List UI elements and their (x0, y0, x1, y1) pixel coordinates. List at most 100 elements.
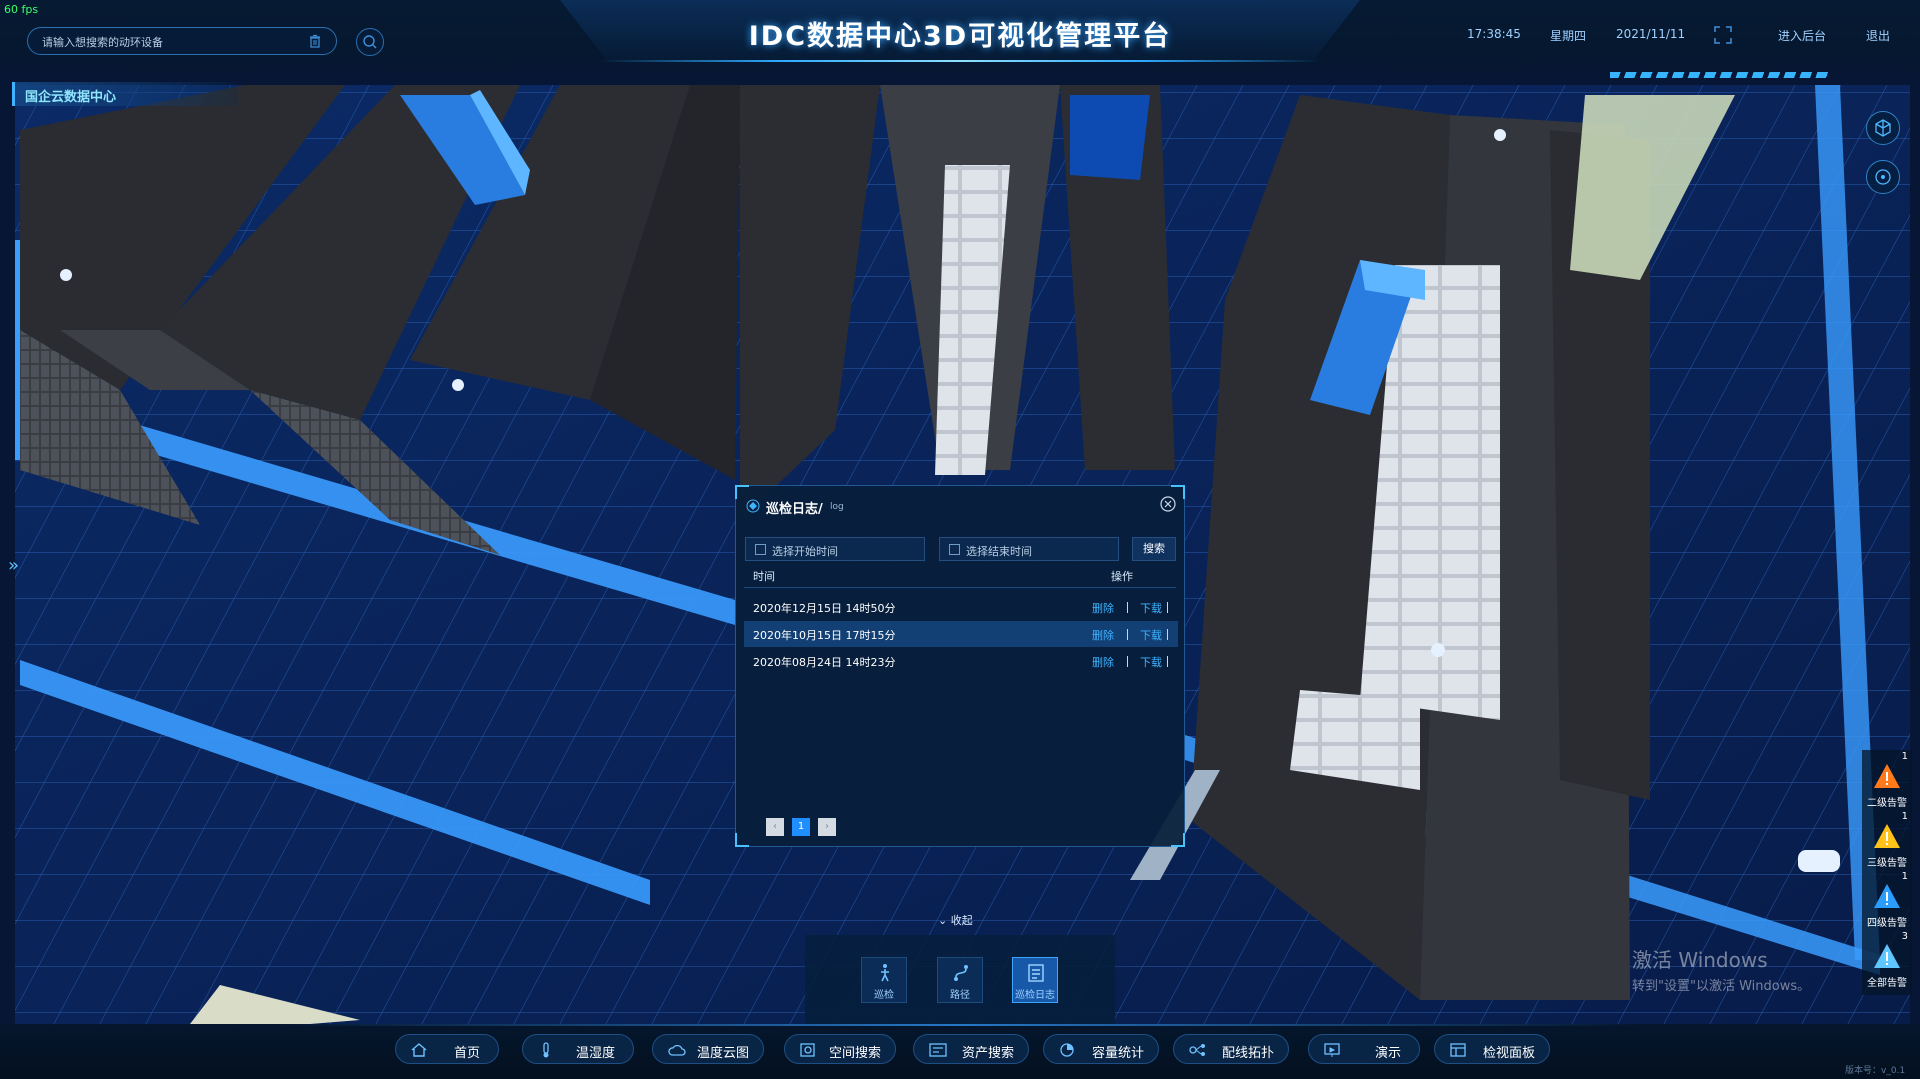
chevron-right-icon: » (8, 555, 20, 576)
table-divider (744, 587, 1176, 588)
page-number-button[interactable]: 1 (792, 818, 810, 836)
calendar-icon (755, 544, 766, 555)
home-icon (411, 1043, 427, 1057)
nav-presentation[interactable]: 演示 (1308, 1034, 1420, 1064)
delete-link[interactable]: 删除 (1092, 654, 1114, 670)
view-3d-button[interactable] (1866, 111, 1900, 145)
tool-log-button[interactable]: 巡检日志 (1012, 957, 1058, 1003)
nav-label: 资产搜索 (962, 1046, 1015, 1061)
nav-inspection-panel[interactable]: 检视面板 (1434, 1034, 1550, 1064)
download-link[interactable]: 下载 (1140, 654, 1162, 670)
tool-label: 巡检 (874, 990, 894, 1001)
windows-activation-watermark: 激活 Windows 转到"设置"以激活 Windows。 (1632, 944, 1810, 994)
alarm-level-2[interactable]: 1 二级告警 (1862, 750, 1912, 809)
nav-home[interactable]: 首页 (395, 1034, 499, 1064)
location-label: 国企云数据中心 (25, 90, 117, 105)
bottom-nav-bar: 首页 温湿度 温度云图 空间搜索 资产搜索 容量统计 配线拓扑 演示 检视面板 (0, 1024, 1920, 1079)
log-time: 2020年10月15日 17时15分 (753, 629, 896, 642)
fps-counter: 60 fps (4, 3, 39, 16)
close-icon[interactable] (1160, 496, 1176, 512)
cube-icon (1875, 119, 1891, 137)
tool-dock: 巡检 路径 巡检日志 (805, 935, 1115, 1025)
page-next-button[interactable]: › (818, 818, 836, 836)
table-row[interactable]: 2020年08月24日 14时23分 删除 下载 (744, 648, 1178, 674)
column-header-operation: 操作 (1111, 570, 1133, 583)
collapse-label: 收起 (950, 914, 973, 927)
end-time-placeholder: 选择结束时间 (966, 545, 1032, 558)
delete-link[interactable]: 删除 (1092, 627, 1114, 643)
alarm-label: 三级告警 (1867, 858, 1907, 869)
tool-route-button[interactable]: 路径 (937, 957, 983, 1003)
nav-label: 温湿度 (576, 1046, 616, 1061)
device-search-box (27, 27, 337, 55)
clock: 17:38:45 (1467, 27, 1521, 41)
start-time-input[interactable]: 选择开始时间 (745, 537, 925, 561)
nav-wiring-topology[interactable]: 配线拓扑 (1173, 1034, 1289, 1064)
nav-asset-search[interactable]: 资产搜索 (913, 1034, 1029, 1064)
route-icon (954, 965, 968, 981)
search-log-button[interactable]: 搜索 (1132, 537, 1176, 561)
nav-label: 演示 (1375, 1046, 1402, 1061)
page-title: IDC数据中心3D可视化管理平台 (748, 21, 1172, 52)
alarm-label: 四级告警 (1867, 918, 1907, 929)
nav-label: 温度云图 (697, 1046, 750, 1061)
dialog-subtitle: log (830, 502, 844, 512)
alarm-all[interactable]: 3 全部告警 (1862, 930, 1912, 989)
date: 2021/11/11 (1616, 27, 1686, 41)
warning-icon (1874, 764, 1900, 788)
alarm-count: 1 (1901, 751, 1908, 762)
logout-link[interactable]: 退出 (1866, 27, 1890, 44)
nav-label: 配线拓扑 (1222, 1046, 1275, 1061)
search-input[interactable] (40, 31, 304, 53)
trash-icon[interactable] (307, 33, 323, 49)
fullscreen-icon[interactable] (1714, 26, 1732, 44)
nav-capacity-stats[interactable]: 容量统计 (1043, 1034, 1159, 1064)
collapse-button[interactable]: ⌄ 收起 (938, 912, 973, 928)
table-row[interactable]: 2020年10月15日 17时15分 删除 下载 (744, 621, 1178, 647)
start-time-placeholder: 选择开始时间 (772, 545, 838, 558)
view-reset-button[interactable] (1866, 160, 1900, 194)
alarm-count: 1 (1901, 871, 1908, 882)
separator (1127, 656, 1128, 667)
delete-link[interactable]: 删除 (1092, 600, 1114, 616)
page-prev-button[interactable]: ‹ (766, 818, 784, 836)
tool-label: 路径 (950, 990, 970, 1001)
nav-space-search[interactable]: 空间搜索 (784, 1034, 896, 1064)
separator (1127, 629, 1128, 640)
location-tab[interactable]: 国企云数据中心 (12, 82, 237, 106)
weekday: 星期四 (1550, 29, 1587, 43)
enter-backend-link[interactable]: 进入后台 (1778, 27, 1826, 44)
rotate-view-icon (1875, 169, 1891, 185)
end-time-input[interactable]: 选择结束时间 (939, 537, 1119, 561)
log-time: 2020年08月24日 14时23分 (753, 656, 896, 669)
log-time: 2020年12月15日 14时50分 (753, 602, 896, 615)
alarm-panel: 1 二级告警 1 三级告警 1 四级告警 3 全部告警 (1862, 750, 1912, 995)
search-icon (363, 35, 377, 49)
diamond-icon (746, 499, 760, 513)
thermometer-icon (543, 1042, 549, 1058)
download-link[interactable]: 下载 (1140, 627, 1162, 643)
nav-label: 容量统计 (1092, 1046, 1145, 1061)
watermark-title: 激活 Windows (1632, 948, 1768, 972)
alarm-count: 3 (1901, 931, 1908, 942)
title-glow-line (600, 60, 1320, 62)
bottom-glow-line (280, 1024, 1640, 1026)
alarm-label: 全部告警 (1867, 978, 1907, 989)
separator (1167, 602, 1168, 613)
alarm-level-4[interactable]: 1 四级告警 (1862, 870, 1912, 929)
tool-inspect-button[interactable]: 巡检 (861, 957, 907, 1003)
corner-accent (1171, 833, 1185, 847)
nav-temp-humidity[interactable]: 温湿度 (522, 1034, 634, 1064)
expand-left-panel-button[interactable]: » (8, 555, 28, 595)
top-header: IDC数据中心3D可视化管理平台 17:38:45 星期四 2021/11/11… (0, 0, 1920, 78)
nav-label: 空间搜索 (829, 1046, 882, 1061)
search-button[interactable] (356, 28, 384, 56)
warning-icon (1874, 944, 1900, 968)
space-search-icon (800, 1043, 815, 1057)
nav-temp-cloud-map[interactable]: 温度云图 (652, 1034, 764, 1064)
tool-label: 巡检日志 (1015, 990, 1055, 1001)
presentation-icon (1324, 1043, 1340, 1057)
table-row[interactable]: 2020年12月15日 14时50分 删除 下载 (744, 594, 1178, 620)
alarm-level-3[interactable]: 1 三级告警 (1862, 810, 1912, 869)
download-link[interactable]: 下载 (1140, 600, 1162, 616)
